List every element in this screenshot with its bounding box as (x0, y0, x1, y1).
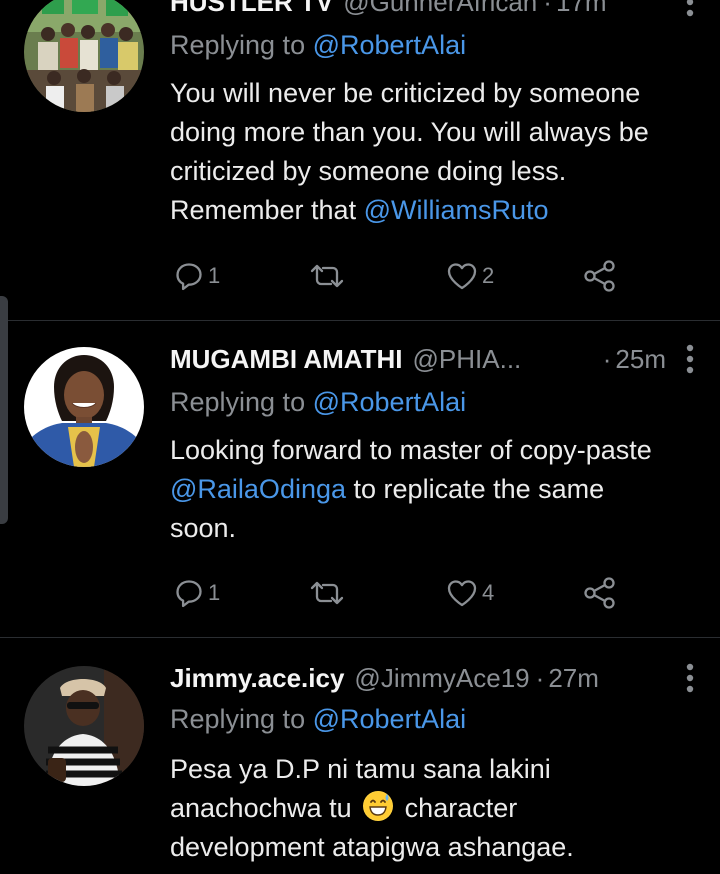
more-vertical-icon[interactable] (680, 0, 700, 18)
display-name[interactable]: HUSTLER TV (170, 0, 333, 18)
mention-link[interactable]: @WilliamsRuto (364, 195, 549, 225)
replying-to: Replying to @RobertAlai (170, 704, 466, 735)
retweet-icon (308, 578, 346, 608)
replying-prefix: Replying to (170, 30, 306, 60)
text-segment: character (404, 793, 518, 823)
separator-dot: · (543, 0, 552, 17)
display-name[interactable]: Jimmy.ace.icy (170, 663, 344, 694)
mention-link[interactable]: @RobertAlai (313, 30, 466, 60)
share-button[interactable] (582, 254, 618, 298)
action-bar: 1 2 (170, 254, 630, 298)
tweet[interactable]: Jimmy.ace.icy @JimmyAce19 · 27m Replying… (0, 638, 720, 874)
separator-dot: · (602, 343, 612, 374)
timestamp[interactable]: 17m (556, 0, 607, 18)
text-line: @RailaOdinga to replicate the same (170, 470, 710, 509)
more-vertical-icon[interactable] (680, 662, 700, 694)
text-line: soon. (170, 513, 237, 543)
like-button[interactable]: 4 (446, 571, 494, 615)
text-line: criticized by someone doing less. (170, 156, 567, 186)
reply-button[interactable]: 1 (174, 571, 220, 615)
mention-link[interactable]: @RailaOdinga (170, 474, 346, 504)
tweet-header: Jimmy.ace.icy @JimmyAce19 · 27m (170, 660, 700, 696)
share-button[interactable] (582, 571, 618, 615)
text-line: development atapigwa ashangae. (170, 832, 574, 862)
separator-dot: · (535, 662, 545, 693)
edge-panel-handle[interactable] (0, 296, 8, 524)
reply-icon (174, 261, 204, 291)
text-line: anachochwa tu character (170, 789, 710, 828)
tweet[interactable]: HUSTLER TV @GunnerAfrican · 17m Replying… (0, 0, 720, 320)
tweet-header: MUGAMBI AMATHI @PHIA... · 25m (170, 341, 700, 377)
retweet-button[interactable] (308, 571, 346, 615)
tweet-header: HUSTLER TV @GunnerAfrican · 17m (170, 0, 700, 20)
retweet-icon (308, 261, 346, 291)
replying-to: Replying to @RobertAlai (170, 30, 466, 61)
replying-prefix: Replying to (170, 704, 306, 734)
retweet-button[interactable] (308, 254, 346, 298)
grinning-sweat-emoji-icon (363, 791, 394, 821)
replying-prefix: Replying to (170, 387, 306, 417)
text-line: You will never be criticized by someone (170, 78, 641, 108)
tweet[interactable]: MUGAMBI AMATHI @PHIA... · 25m Replying t… (0, 321, 720, 637)
share-icon (582, 259, 618, 293)
user-handle[interactable]: @GunnerAfrican (343, 0, 537, 18)
display-name[interactable]: MUGAMBI AMATHI (170, 344, 403, 375)
text-segment: anachochwa tu (170, 793, 352, 823)
tweet-text: You will never be criticized by someone … (170, 74, 710, 230)
mention-link[interactable]: @RobertAlai (313, 387, 466, 417)
heart-icon (446, 578, 478, 608)
avatar[interactable] (24, 347, 144, 467)
like-count: 2 (482, 263, 495, 288)
text-segment: Remember that (170, 195, 357, 225)
heart-icon (446, 261, 478, 291)
timestamp[interactable]: 25m (615, 344, 666, 375)
reply-count: 1 (208, 580, 221, 605)
text-line: Looking forward to master of copy-paste (170, 435, 652, 465)
reply-feed: HUSTLER TV @GunnerAfrican · 17m Replying… (0, 0, 720, 874)
more-vertical-icon[interactable] (680, 343, 700, 375)
user-handle[interactable]: @JimmyAce19 (354, 663, 529, 694)
share-icon (582, 576, 618, 610)
reply-icon (174, 578, 204, 608)
avatar[interactable] (24, 0, 144, 112)
tweet-text: Pesa ya D.P ni tamu sana lakini anachoch… (170, 750, 710, 867)
reply-count: 1 (208, 263, 221, 288)
user-handle[interactable]: @PHIA... (413, 344, 522, 375)
reply-button[interactable]: 1 (174, 254, 220, 298)
mention-link[interactable]: @RobertAlai (313, 704, 466, 734)
text-line: Remember that @WilliamsRuto (170, 191, 710, 230)
text-line: Pesa ya D.P ni tamu sana lakini (170, 754, 551, 784)
replying-to: Replying to @RobertAlai (170, 387, 466, 418)
avatar[interactable] (24, 666, 144, 786)
like-button[interactable]: 2 (446, 254, 494, 298)
like-count: 4 (482, 580, 495, 605)
action-bar: 1 4 (170, 571, 630, 615)
tweet-text: Looking forward to master of copy-paste … (170, 431, 710, 548)
text-segment: to replicate the same (353, 474, 605, 504)
timestamp[interactable]: 27m (548, 663, 599, 694)
text-line: doing more than you. You will always be (170, 117, 649, 147)
